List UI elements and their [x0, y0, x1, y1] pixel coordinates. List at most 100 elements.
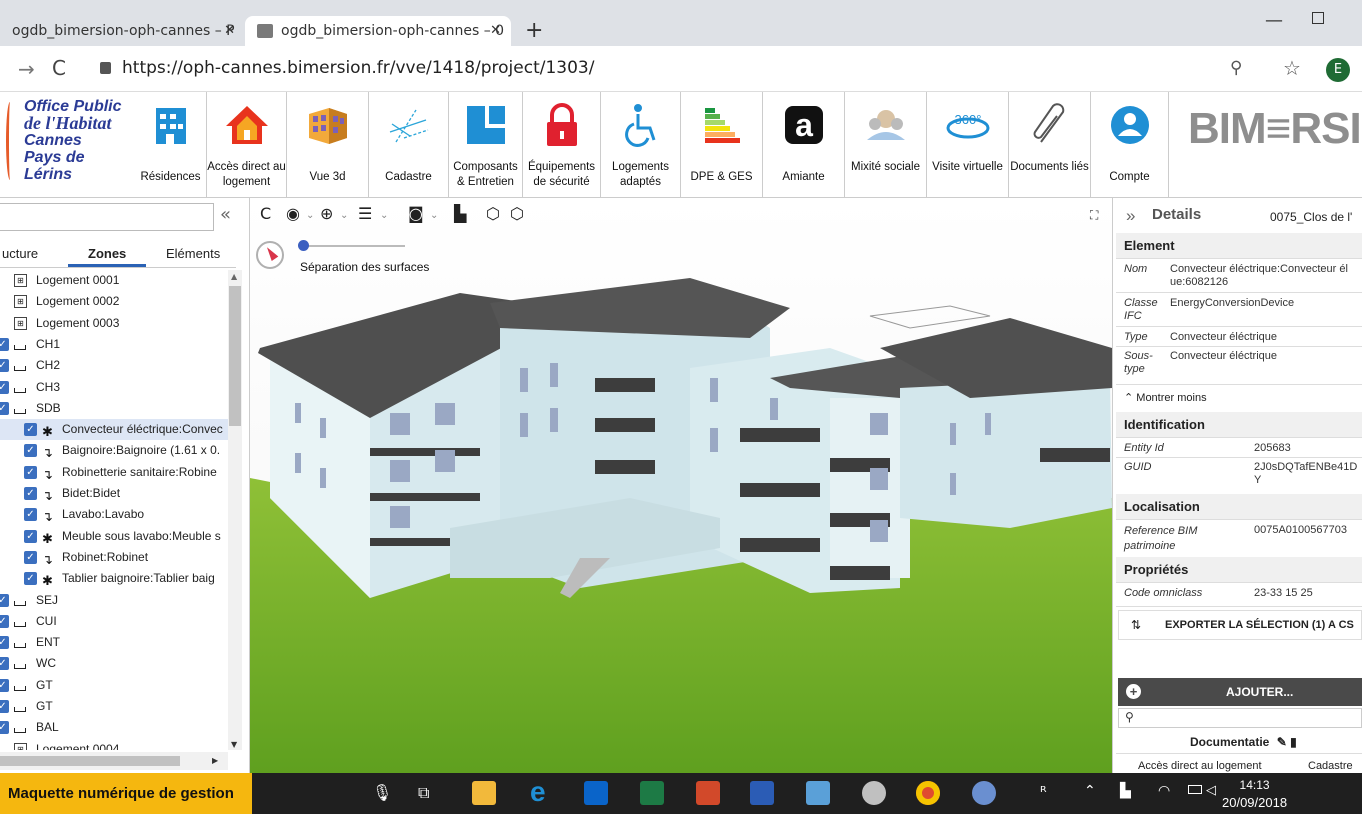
separation-slider-knob[interactable] — [298, 240, 309, 251]
url-field[interactable]: https://oph-cannes.bimersion.fr/vve/1418… — [122, 58, 594, 78]
target-icon[interactable]: ⊕ — [320, 204, 333, 223]
wifi-icon[interactable]: ◠ — [1158, 783, 1170, 799]
tree-logement-row[interactable]: ⊞ Logement 0004 — [0, 739, 228, 750]
minimize-icon[interactable]: — — [1265, 10, 1283, 31]
checkbox[interactable]: ✓ — [0, 678, 9, 692]
tab-zones[interactable]: Zones — [88, 246, 126, 261]
outlook-icon[interactable] — [584, 781, 608, 805]
scroll-up-icon[interactable]: ▲ — [231, 272, 237, 281]
new-tab-button[interactable]: + — [525, 16, 543, 46]
tree-room-row[interactable]: ✓ BAL — [0, 717, 228, 738]
camera-icon[interactable]: ◙ — [408, 204, 424, 223]
checkbox[interactable]: ✓ — [0, 700, 9, 713]
paint-icon[interactable] — [972, 781, 996, 805]
tree-room-row[interactable]: ✓ WC — [0, 653, 228, 674]
volume-icon[interactable]: ◁ — [1206, 783, 1216, 798]
dropdown-caret-icon[interactable]: ⌄ — [340, 210, 348, 221]
tree-element-row[interactable]: ✓ ↴ Robinetterie sanitaire:Robine — [0, 462, 228, 483]
tree-element-row[interactable]: ✓ ↴ Baignoire:Baignoire (1.61 x 0. — [0, 440, 228, 461]
tree-room-row[interactable]: ✓ GT — [0, 675, 228, 696]
reload-icon[interactable]: C — [52, 56, 66, 80]
checkbox[interactable]: ✓ — [0, 614, 9, 628]
visibility-icon[interactable]: ◉ — [286, 204, 300, 223]
checkbox[interactable]: ✓ — [24, 487, 37, 500]
tree-element-row[interactable]: ✓ ↴ Robinet:Robinet — [0, 547, 228, 568]
tree-logement-row[interactable]: ⊞ Logement 0002 — [0, 291, 228, 312]
toolbar-logements-adaptes-button[interactable]: Logements adaptés — [601, 92, 681, 198]
taskbar-clock[interactable]: 14:13 20/09/2018 — [1222, 777, 1287, 811]
tree-room-row[interactable]: ✓ GT — [0, 696, 228, 717]
app-icon[interactable] — [806, 781, 830, 805]
bottom-tab-acces[interactable]: Accès direct au logement — [1138, 760, 1262, 772]
cube-icon[interactable]: ⬡ — [486, 204, 500, 223]
checkbox[interactable]: ✓ — [24, 465, 37, 479]
checkbox[interactable]: ✓ — [0, 593, 9, 607]
separation-slider[interactable] — [300, 245, 405, 247]
scroll-right-icon[interactable]: ▶ — [212, 756, 218, 765]
toolbar-mixite-button[interactable]: Mixité sociale — [845, 92, 927, 198]
back-arrow-icon[interactable]: → — [18, 57, 35, 81]
checkbox[interactable]: ✓ — [0, 337, 9, 351]
checkbox[interactable]: ✓ — [24, 529, 37, 543]
export-selection-button[interactable]: ⇅ EXPORTER LA SÉLECTION (1) A CS — [1118, 610, 1362, 640]
browser-tab-1[interactable]: ogdb_bimersion-oph-cannes – P ✕ — [0, 16, 245, 46]
tree-room-row[interactable]: ✓ SEJ — [0, 590, 228, 611]
toolbar-compte-button[interactable]: Compte — [1091, 92, 1169, 198]
collapse-panel-icon[interactable]: « — [220, 204, 231, 225]
restore-icon[interactable] — [1312, 12, 1324, 24]
lock-icon[interactable] — [100, 62, 111, 74]
checkbox[interactable]: ✓ — [0, 721, 9, 735]
tree-search-input[interactable] — [0, 203, 214, 231]
battery-icon[interactable] — [1188, 785, 1202, 794]
3d-viewer[interactable] — [250, 198, 1112, 773]
checkbox[interactable]: ✓ — [0, 380, 9, 394]
reset-view-icon[interactable]: C — [260, 204, 271, 223]
tree-room-row[interactable]: ✓ CH1 — [0, 334, 228, 355]
fullscreen-icon[interactable]: ⛶ — [1090, 208, 1098, 223]
toolbar-composants-button[interactable]: Composants & Entretien — [449, 92, 523, 198]
expand-panel-icon[interactable]: » — [1126, 206, 1135, 226]
excel-icon[interactable] — [640, 781, 664, 805]
checkbox[interactable]: ✓ — [0, 401, 9, 415]
tree-logement-row[interactable]: ⊞ Logement 0001 — [0, 270, 228, 291]
tab-close-icon[interactable]: ✕ — [490, 16, 501, 46]
document-search-input[interactable]: ⚲ — [1118, 708, 1362, 728]
toolbar-dpe-ges-button[interactable]: DPE & GES — [681, 92, 763, 198]
checkbox[interactable]: ✓ — [0, 359, 9, 373]
tree-room-row[interactable]: ✓ CH2 — [0, 355, 228, 376]
tree-room-row[interactable]: ✓ ENT — [0, 632, 228, 653]
snipping-tool-icon[interactable] — [862, 781, 886, 805]
toolbar-documents-button[interactable]: Documents liés — [1009, 92, 1091, 198]
tree-room-row[interactable]: ✓ CH3 — [0, 377, 228, 398]
furniture-icon[interactable]: ▙ — [454, 204, 466, 223]
dropdown-caret-icon[interactable]: ⌄ — [380, 210, 388, 221]
file-explorer-icon[interactable] — [472, 781, 496, 805]
tree-element-row[interactable]: ✓ ↴ Bidet:Bidet — [0, 483, 228, 504]
dropdown-caret-icon[interactable]: ⌄ — [430, 210, 438, 221]
people-tray-icon[interactable]: ᴿ — [1040, 783, 1047, 801]
checkbox[interactable]: ✓ — [24, 508, 37, 522]
tab-elements[interactable]: Eléments — [166, 246, 220, 261]
checkbox[interactable]: ✓ — [24, 444, 37, 458]
bookmark-star-icon[interactable]: ☆ — [1283, 56, 1301, 80]
tree-logement-row[interactable]: ⊞ Logement 0003 — [0, 313, 228, 334]
toolbar-amiante-button[interactable]: a Amiante — [763, 92, 845, 198]
powerpoint-icon[interactable] — [696, 781, 720, 805]
tree-element-row[interactable]: ✓ ✱ Tablier baignoire:Tablier baig — [0, 568, 228, 589]
show-less-link[interactable]: ⌃ Montrer moins — [1124, 391, 1207, 404]
chrome-icon[interactable] — [916, 781, 940, 805]
task-view-icon[interactable]: ⧉ — [418, 783, 429, 803]
tree-scroll-thumb[interactable] — [229, 286, 241, 426]
chevron-up-icon[interactable]: ⌃ — [1084, 783, 1096, 799]
microphone-icon[interactable]: 🎙 — [372, 783, 392, 802]
network-icon[interactable]: ▙ — [1120, 783, 1131, 799]
tab-close-icon[interactable]: ✕ — [224, 16, 235, 46]
toolbar-residences-button[interactable]: Résidences — [135, 92, 207, 198]
tree-room-row[interactable]: ✓ CUI — [0, 611, 228, 632]
checkbox[interactable]: ✓ — [24, 550, 37, 564]
tree-room-row[interactable]: ✓ SDB — [0, 398, 228, 419]
tree-element-row[interactable]: ✓ ✱ Convecteur éléctrique:Convec — [0, 419, 228, 441]
checkbox[interactable]: ✓ — [24, 572, 37, 586]
browser-tab-2[interactable]: ogdb_bimersion-oph-cannes – 0 ✕ — [245, 16, 511, 46]
tree-hscroll-thumb[interactable] — [0, 756, 180, 766]
